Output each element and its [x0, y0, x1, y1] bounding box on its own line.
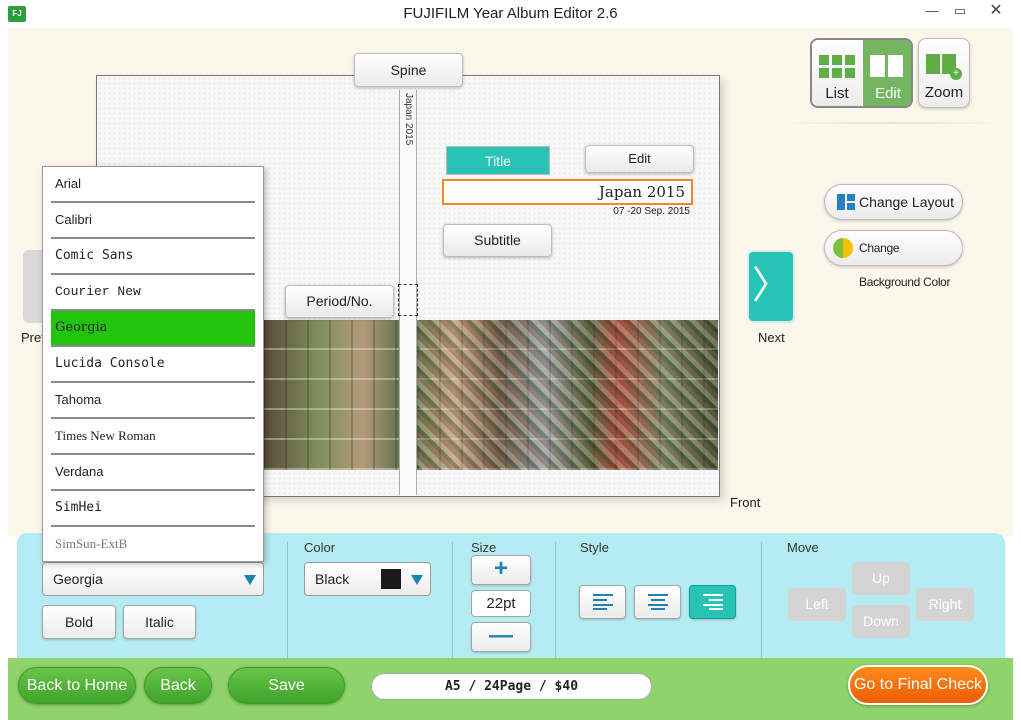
- front-label: Front: [730, 495, 761, 510]
- photo-collage-overlay: [417, 320, 718, 470]
- font-option[interactable]: Courier New: [51, 275, 255, 311]
- font-option[interactable]: SimHei: [51, 491, 255, 527]
- go-to-final-check-button[interactable]: Go to Final Check: [848, 665, 988, 705]
- align-left-icon: [592, 594, 613, 610]
- change-layout-button[interactable]: Change Layout: [824, 184, 963, 220]
- font-option[interactable]: Georgia: [51, 311, 255, 347]
- size-decrease-button[interactable]: —: [471, 622, 531, 652]
- save-button[interactable]: Save: [228, 667, 345, 704]
- zoom-view-label: Zoom: [924, 84, 964, 101]
- color-select-value: Black: [315, 571, 350, 587]
- spine-button[interactable]: Spine: [354, 53, 463, 87]
- date-text[interactable]: 07 -20 Sep. 2015: [560, 206, 690, 217]
- font-option[interactable]: Verdana: [51, 455, 255, 491]
- align-right-icon: [702, 594, 723, 610]
- font-option[interactable]: SimSun-ExtB: [51, 527, 255, 563]
- change-background-label: Change Background Color: [859, 241, 951, 289]
- font-select-value: Georgia: [53, 571, 103, 587]
- chevron-down-icon: [244, 575, 256, 585]
- title-text-field[interactable]: Japan 2015: [442, 179, 693, 205]
- panel-divider: [452, 542, 453, 658]
- font-option[interactable]: Arial: [51, 167, 255, 203]
- align-left-button[interactable]: [579, 585, 626, 619]
- move-left-button[interactable]: Left: [788, 588, 846, 621]
- next-button[interactable]: 〉: [747, 250, 795, 323]
- italic-button[interactable]: Italic: [123, 605, 196, 639]
- zoom-view-button[interactable]: + Zoom: [918, 38, 970, 108]
- subtitle-button[interactable]: Subtitle: [443, 224, 552, 257]
- close-icon[interactable]: ✕: [980, 2, 1012, 22]
- spine-period-box[interactable]: [398, 284, 418, 316]
- move-down-button[interactable]: Down: [852, 605, 910, 638]
- panel-divider: [555, 542, 556, 658]
- view-mode-group: List Edit: [810, 38, 913, 108]
- list-view-label: List: [825, 85, 849, 102]
- window-title: FUJIFILM Year Album Editor 2.6: [403, 5, 618, 22]
- minimize-icon[interactable]: —: [918, 2, 946, 22]
- color-select[interactable]: Black: [304, 562, 431, 596]
- bold-button[interactable]: Bold: [42, 605, 116, 639]
- font-dropdown-list[interactable]: Arial Calibri Comic Sans Courier New Georgia…: [42, 166, 264, 562]
- font-option[interactable]: Lucida Console: [51, 347, 255, 383]
- size-heading: Size: [471, 540, 497, 555]
- chevron-down-icon: [411, 575, 423, 585]
- style-heading: Style: [580, 540, 609, 555]
- chevron-right-icon: 〉: [751, 265, 790, 307]
- color-swatch: [381, 569, 401, 589]
- palette-icon: [833, 238, 853, 258]
- list-view-button[interactable]: List: [812, 40, 862, 106]
- size-value: 22pt: [471, 590, 531, 617]
- divider: [780, 122, 1005, 124]
- back-to-home-button[interactable]: Back to Home: [18, 667, 136, 704]
- title-bar: FJ FUJIFILM Year Album Editor 2.6 — ▭ ✕: [0, 0, 1021, 28]
- period-button[interactable]: Period/No.: [285, 285, 394, 318]
- maximize-icon[interactable]: ▭: [946, 2, 974, 22]
- spine-text: Japan 2015: [403, 93, 414, 146]
- align-center-icon: [647, 594, 668, 610]
- next-label: Next: [758, 330, 785, 345]
- font-option[interactable]: Times New Roman: [51, 419, 255, 455]
- zoom-icon: +: [926, 54, 962, 80]
- size-increase-button[interactable]: +: [471, 555, 531, 585]
- edit-view-label: Edit: [875, 85, 901, 102]
- title-button[interactable]: Title: [446, 146, 550, 175]
- back-button[interactable]: Back: [144, 667, 212, 704]
- change-background-button[interactable]: Change Background Color: [824, 230, 963, 289]
- font-select[interactable]: Georgia: [42, 562, 264, 596]
- panel-divider: [287, 542, 288, 658]
- font-option[interactable]: Comic Sans: [51, 239, 255, 275]
- align-center-button[interactable]: [634, 585, 681, 619]
- move-right-button[interactable]: Right: [916, 588, 974, 621]
- edit-pages-icon: [870, 55, 906, 79]
- align-right-button[interactable]: [689, 585, 736, 619]
- font-option[interactable]: Tahoma: [51, 383, 255, 419]
- color-heading: Color: [304, 540, 336, 555]
- move-heading: Move: [787, 540, 819, 555]
- move-up-button[interactable]: Up: [852, 562, 910, 595]
- edit-title-button[interactable]: Edit: [585, 145, 694, 173]
- album-info-field: A5 / 24Page / $40: [371, 673, 652, 700]
- panel-divider: [761, 542, 762, 658]
- edit-view-button[interactable]: Edit: [863, 40, 911, 106]
- grid-icon: [819, 55, 855, 79]
- layout-icon: [837, 194, 855, 210]
- font-option[interactable]: Calibri: [51, 203, 255, 239]
- change-layout-label: Change Layout: [859, 194, 954, 210]
